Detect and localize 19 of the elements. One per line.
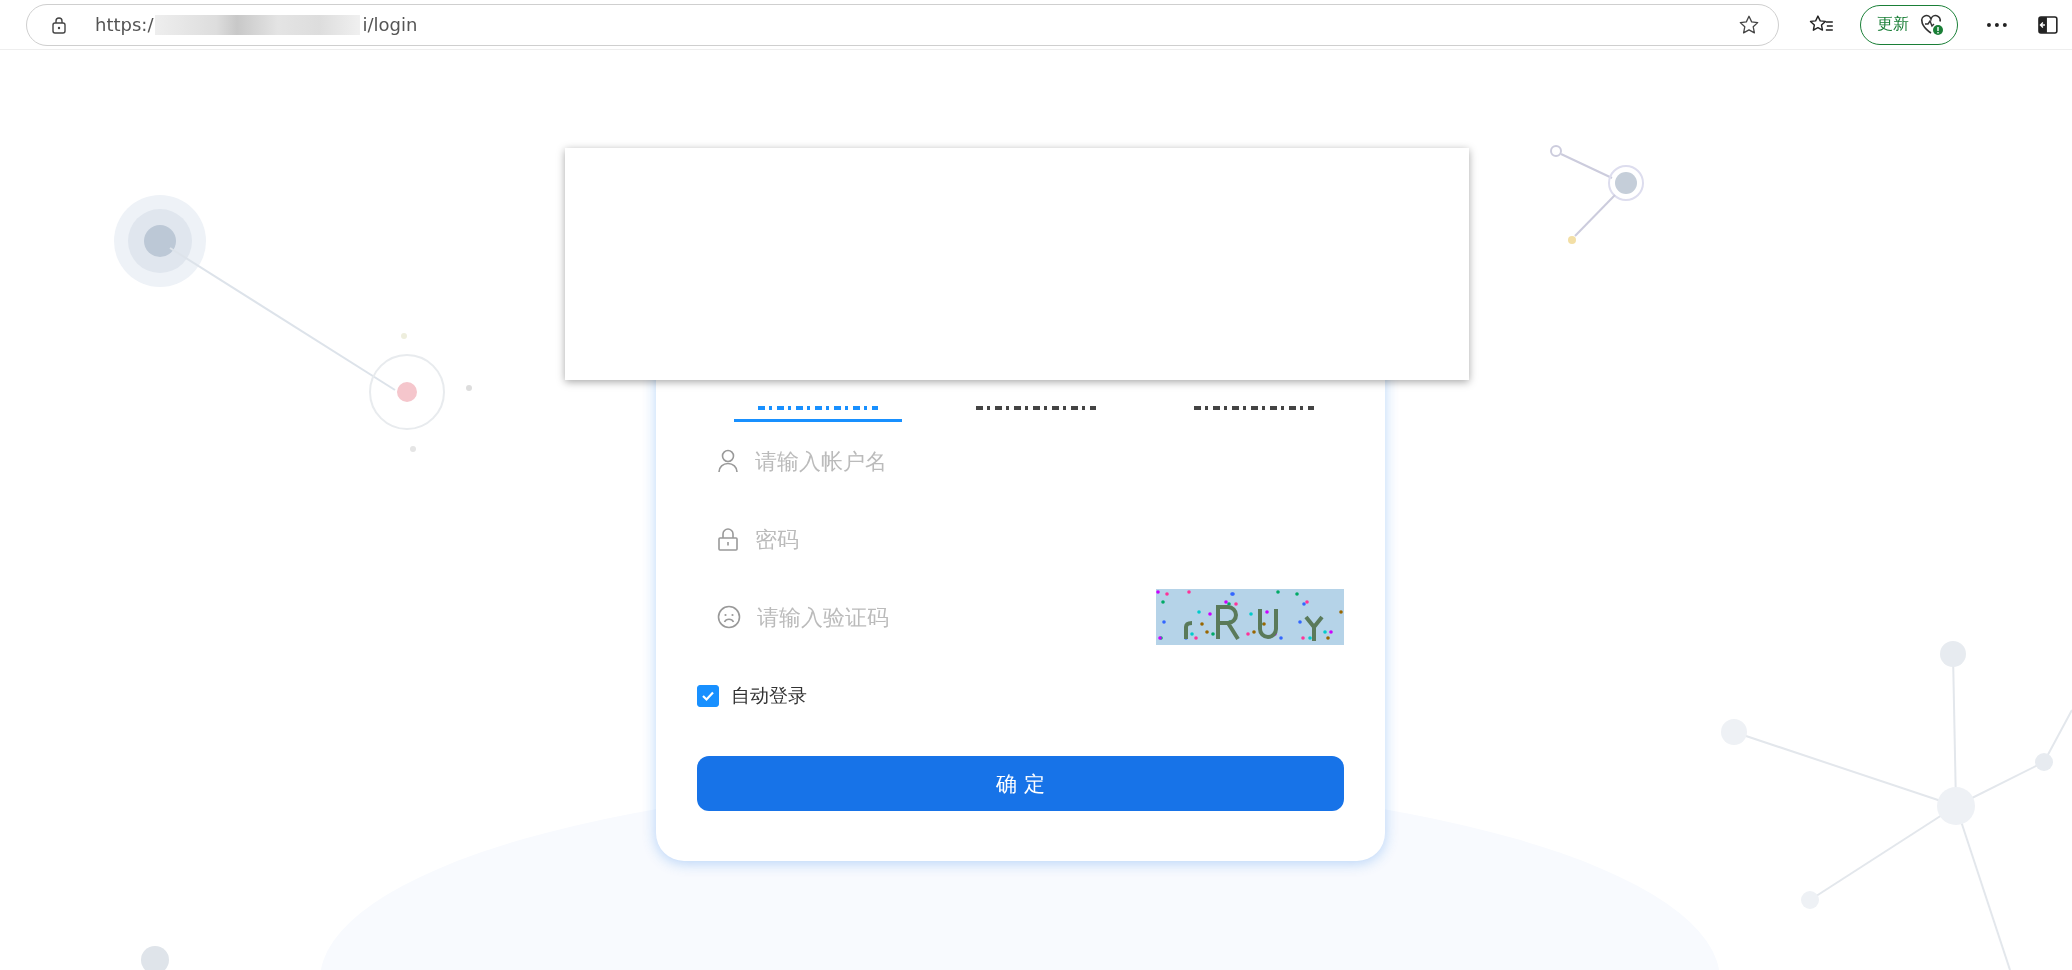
more-icon[interactable] xyxy=(1986,21,2009,28)
input-field[interactable]: 密码 xyxy=(753,518,1344,560)
update-button[interactable]: 更新 xyxy=(1860,4,1959,45)
check-icon xyxy=(701,690,715,702)
sad-face-icon xyxy=(717,605,741,629)
input-field[interactable]: 请输入验证码 xyxy=(755,596,1142,638)
input-field[interactable]: 请输入帐户名 xyxy=(753,440,1344,482)
auto-login-checkbox[interactable] xyxy=(697,685,719,707)
url-text: i/login xyxy=(362,14,418,35)
sidebar-icon[interactable] xyxy=(2038,15,2058,34)
user-icon xyxy=(717,449,739,473)
lock-icon xyxy=(51,15,67,34)
auto-login-label: 自动登录 xyxy=(731,683,807,708)
url-text: https:/ xyxy=(95,14,154,35)
heart-icon xyxy=(1919,12,1946,37)
star-icon[interactable] xyxy=(1737,13,1760,36)
submit-button[interactable]: 确 定 xyxy=(697,756,1344,811)
lock-icon xyxy=(717,527,739,551)
captcha-image[interactable] xyxy=(1156,589,1344,645)
